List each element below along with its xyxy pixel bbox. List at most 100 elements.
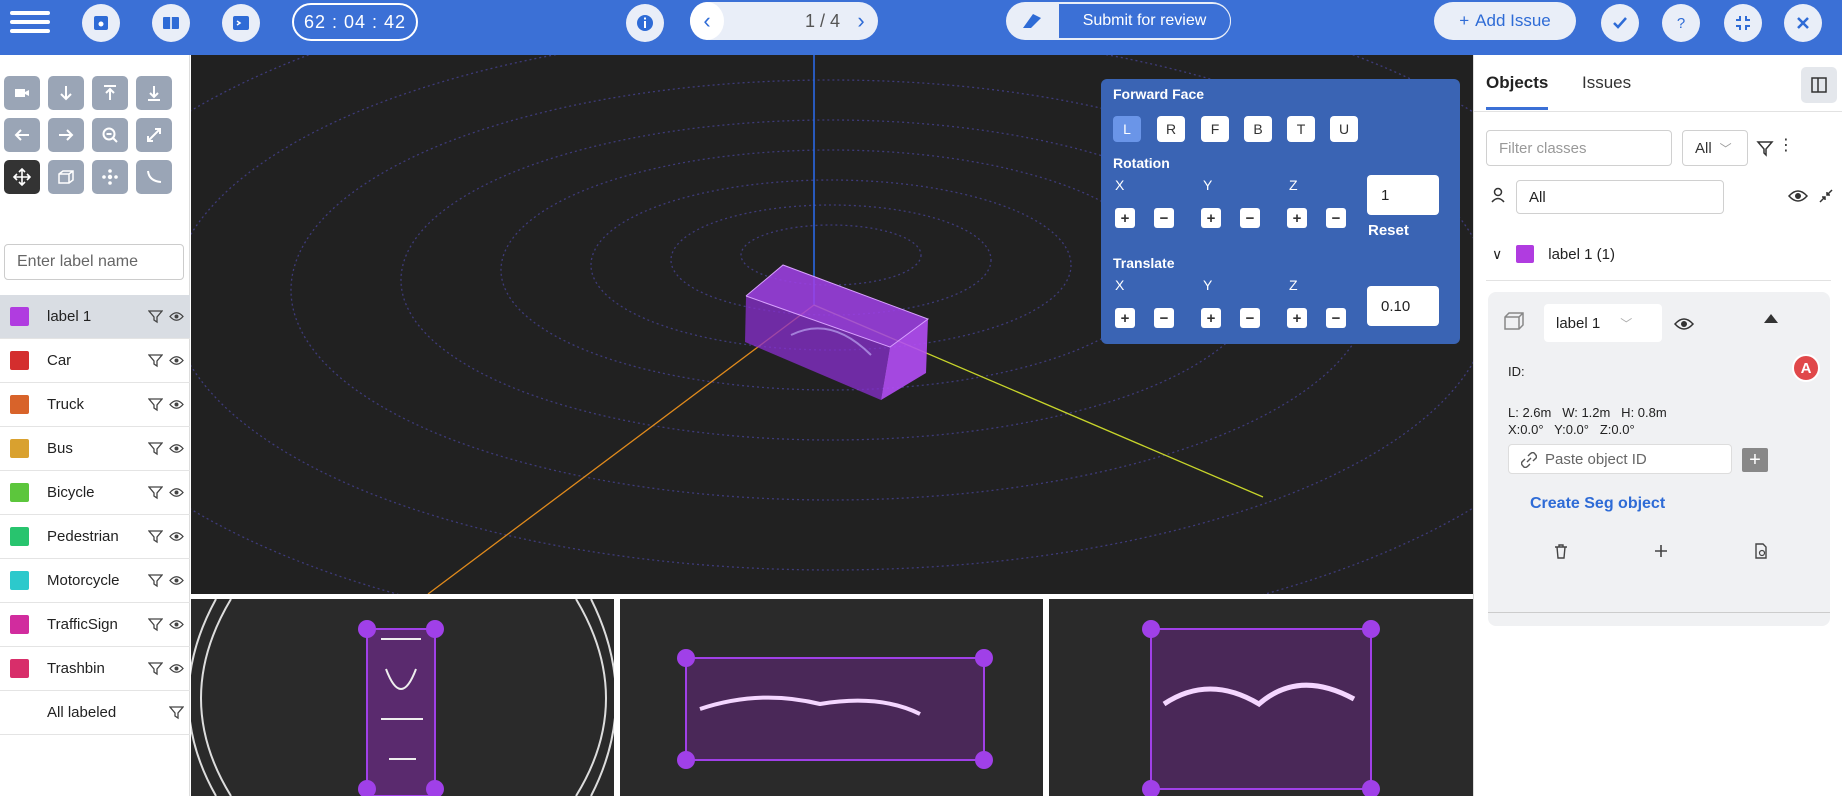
- console-button[interactable]: [222, 4, 260, 42]
- shrink-arrows-icon[interactable]: [1818, 188, 1834, 204]
- add-issue-button[interactable]: + Add Issue: [1434, 2, 1576, 40]
- class-row[interactable]: label 1: [0, 295, 190, 339]
- tab-objects[interactable]: Objects: [1486, 73, 1548, 93]
- next-frame-button[interactable]: ›: [844, 2, 878, 40]
- eye-icon[interactable]: [169, 661, 184, 676]
- rotation-step-input[interactable]: 1: [1367, 175, 1439, 215]
- move-down-tool[interactable]: [48, 76, 84, 110]
- collapse-up-icon[interactable]: [1764, 314, 1778, 323]
- filter-scope-select[interactable]: All ﹀: [1682, 130, 1748, 166]
- rotation-z-minus[interactable]: −: [1326, 208, 1346, 228]
- class-row[interactable]: TrafficSign: [0, 603, 190, 647]
- filter-icon[interactable]: [148, 529, 163, 544]
- object-class-select[interactable]: label 1 ﹀: [1544, 304, 1662, 342]
- filter-icon[interactable]: [148, 617, 163, 632]
- eye-icon[interactable]: [169, 353, 184, 368]
- points-tool[interactable]: [92, 160, 128, 194]
- prev-frame-button[interactable]: ‹: [690, 2, 724, 40]
- filter-icon[interactable]: [148, 309, 163, 324]
- eye-icon[interactable]: [169, 485, 184, 500]
- translate-z-plus[interactable]: +: [1287, 308, 1307, 328]
- eye-icon[interactable]: [169, 529, 184, 544]
- panel-toggle-button[interactable]: [1801, 67, 1837, 103]
- pan-tool[interactable]: [4, 160, 40, 194]
- document-icon[interactable]: [1752, 542, 1770, 560]
- close-button[interactable]: [1784, 4, 1822, 42]
- side-view[interactable]: [620, 599, 1043, 796]
- translate-z-minus[interactable]: −: [1326, 308, 1346, 328]
- fullscreen-button[interactable]: [1724, 4, 1762, 42]
- camera-tool[interactable]: [4, 76, 40, 110]
- eye-icon[interactable]: [1788, 188, 1808, 204]
- cuboid-tool[interactable]: [48, 160, 84, 194]
- eye-icon[interactable]: [169, 617, 184, 632]
- class-row[interactable]: Truck: [0, 383, 190, 427]
- filter-classes-input[interactable]: Filter classes: [1486, 130, 1672, 166]
- move-bottom-tool[interactable]: [136, 76, 172, 110]
- class-row[interactable]: Bicycle: [0, 471, 190, 515]
- face-under-button[interactable]: U: [1330, 116, 1358, 142]
- filter-icon[interactable]: [148, 397, 163, 412]
- confirm-button[interactable]: [1601, 4, 1639, 42]
- help-button[interactable]: ?: [1662, 4, 1700, 42]
- top-view[interactable]: [191, 599, 614, 796]
- create-seg-object-link[interactable]: Create Seg object: [1530, 495, 1665, 513]
- move-top-tool[interactable]: [92, 76, 128, 110]
- class-row[interactable]: Pedestrian: [0, 515, 190, 559]
- filter-icon[interactable]: [169, 705, 184, 720]
- filter-icon[interactable]: [148, 573, 163, 588]
- label-name-input[interactable]: Enter label name: [4, 244, 184, 280]
- trash-icon[interactable]: [1552, 542, 1570, 560]
- filter-icon[interactable]: [148, 441, 163, 456]
- expand-tool[interactable]: [136, 118, 172, 152]
- translate-step-input[interactable]: 0.10: [1367, 286, 1439, 326]
- class-row[interactable]: Car: [0, 339, 190, 383]
- translate-x-plus[interactable]: +: [1115, 308, 1135, 328]
- paste-object-id-input[interactable]: Paste object ID: [1508, 444, 1732, 474]
- class-group-row[interactable]: ∨ label 1 (1): [1492, 245, 1615, 263]
- eye-icon[interactable]: [169, 309, 184, 324]
- reset-button[interactable]: Reset: [1368, 222, 1409, 239]
- tab-issues[interactable]: Issues: [1582, 73, 1631, 93]
- move-left-tool[interactable]: [4, 118, 40, 152]
- rotation-y-plus[interactable]: +: [1201, 208, 1221, 228]
- info-button[interactable]: [626, 4, 664, 42]
- filter-icon[interactable]: [148, 661, 163, 676]
- curve-tool[interactable]: [136, 160, 172, 194]
- zoom-out-tool[interactable]: [92, 118, 128, 152]
- eye-icon[interactable]: [169, 441, 184, 456]
- eye-icon[interactable]: [1674, 316, 1694, 332]
- filter-icon[interactable]: [1756, 139, 1774, 157]
- face-top-button[interactable]: T: [1287, 116, 1315, 142]
- submit-review-button[interactable]: Submit for review: [1006, 2, 1231, 40]
- translate-y-minus[interactable]: −: [1240, 308, 1260, 328]
- filter-icon[interactable]: [148, 485, 163, 500]
- guide-button[interactable]: [152, 4, 190, 42]
- user-filter-input[interactable]: All: [1516, 180, 1724, 214]
- translate-y-plus[interactable]: +: [1201, 308, 1221, 328]
- class-row[interactable]: All labeled: [0, 691, 190, 735]
- rotation-x-minus[interactable]: −: [1154, 208, 1174, 228]
- rotation-y-minus[interactable]: −: [1240, 208, 1260, 228]
- translate-x-minus[interactable]: −: [1154, 308, 1174, 328]
- face-back-button[interactable]: B: [1244, 116, 1272, 142]
- face-left-button[interactable]: L: [1113, 116, 1141, 142]
- menu-icon[interactable]: [10, 6, 50, 40]
- add-object-id-button[interactable]: +: [1742, 448, 1768, 472]
- filter-icon[interactable]: [148, 353, 163, 368]
- rotation-x-plus[interactable]: +: [1115, 208, 1135, 228]
- rotation-z-plus[interactable]: +: [1287, 208, 1307, 228]
- front-view[interactable]: [1049, 599, 1473, 796]
- face-right-button[interactable]: R: [1157, 116, 1185, 142]
- eye-icon[interactable]: [169, 397, 184, 412]
- eye-icon[interactable]: [169, 573, 184, 588]
- save-button[interactable]: [82, 4, 120, 42]
- cuboid-annotation[interactable]: [745, 264, 930, 400]
- move-right-tool[interactable]: [48, 118, 84, 152]
- face-front-button[interactable]: F: [1201, 116, 1229, 142]
- class-row[interactable]: Motorcycle: [0, 559, 190, 603]
- class-row[interactable]: Bus: [0, 427, 190, 471]
- class-row[interactable]: Trashbin: [0, 647, 190, 691]
- plus-icon[interactable]: [1652, 542, 1670, 560]
- more-options-icon[interactable]: ⋮: [1778, 135, 1794, 155]
